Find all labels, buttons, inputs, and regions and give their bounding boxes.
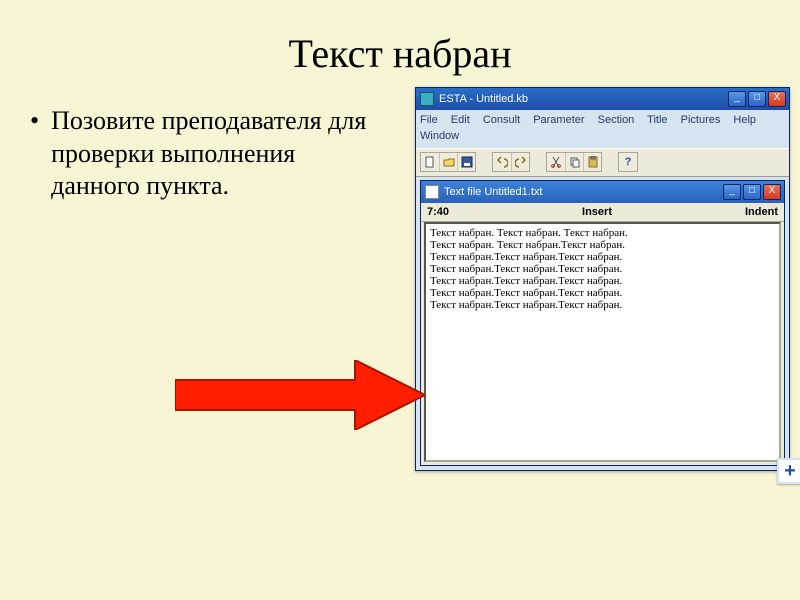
tool-open-icon[interactable]: [439, 153, 457, 171]
outer-window-title: ESTA - Untitled.kb: [439, 93, 728, 105]
tool-undo-icon[interactable]: [493, 153, 511, 171]
text-line: Текст набран.Текст набран.Текст набран.: [430, 287, 775, 299]
menu-window[interactable]: Window: [420, 130, 459, 142]
status-indent: Indent: [745, 206, 778, 218]
text-line: Текст набран.Текст набран.Текст набран.: [430, 299, 775, 311]
inner-minimize-button[interactable]: _: [723, 184, 741, 200]
app-icon: [420, 92, 434, 106]
menu-help[interactable]: Help: [733, 114, 756, 126]
tool-new-icon[interactable]: [421, 153, 439, 171]
bullet-dot-icon: •: [30, 105, 39, 136]
tool-paste-icon[interactable]: [583, 153, 601, 171]
tool-help-icon[interactable]: ?: [619, 153, 637, 171]
bullet-text: Позовите преподавателя для проверки выпо…: [51, 105, 375, 203]
tool-redo-icon[interactable]: [511, 153, 529, 171]
close-button[interactable]: X: [768, 91, 786, 107]
maximize-button[interactable]: □: [748, 91, 766, 107]
toolbar: ?: [416, 148, 789, 177]
editor-text-area[interactable]: Текст набран. Текст набран. Текст набран…: [424, 222, 781, 462]
text-line: Текст набран. Текст набран.Текст набран.: [430, 239, 775, 251]
inner-window-title: Text file Untitled1.txt: [444, 186, 723, 198]
tool-copy-icon[interactable]: [565, 153, 583, 171]
menu-consult[interactable]: Consult: [483, 114, 520, 126]
text-line: Текст набран.Текст набран.Текст набран.: [430, 275, 775, 287]
status-insert-mode: Insert: [582, 206, 612, 218]
text-line: Текст набран.Текст набран.Текст набран.: [430, 263, 775, 275]
inner-titlebar: Text file Untitled1.txt _ □ X: [421, 181, 784, 203]
inner-close-button[interactable]: X: [763, 184, 781, 200]
tool-save-icon[interactable]: [457, 153, 475, 171]
menu-edit[interactable]: Edit: [451, 114, 470, 126]
menu-file[interactable]: File: [420, 114, 438, 126]
menu-title[interactable]: Title: [647, 114, 667, 126]
menubar: File Edit Consult Parameter Section Titl…: [416, 110, 789, 148]
status-position: 7:40: [427, 206, 449, 218]
text-line: Текст набран. Текст набран. Текст набран…: [430, 227, 775, 239]
callout-arrow-icon: [175, 360, 425, 430]
bullet-item: • Позовите преподавателя для проверки вы…: [30, 105, 375, 203]
menu-pictures[interactable]: Pictures: [681, 114, 721, 126]
text-file-window: Text file Untitled1.txt _ □ X 7:40 Inser…: [420, 180, 785, 466]
document-icon: [425, 185, 439, 199]
slide-title: Текст набран: [0, 0, 800, 95]
esta-application-window: ESTA - Untitled.kb _ □ X File Edit Consu…: [415, 87, 790, 471]
resize-plus-icon: +: [777, 458, 800, 484]
menu-parameter[interactable]: Parameter: [533, 114, 584, 126]
inner-maximize-button[interactable]: □: [743, 184, 761, 200]
outer-titlebar: ESTA - Untitled.kb _ □ X: [416, 88, 789, 110]
tool-cut-icon[interactable]: [547, 153, 565, 171]
left-column: • Позовите преподавателя для проверки вы…: [30, 95, 375, 203]
inner-status-bar: 7:40 Insert Indent: [421, 203, 784, 222]
menu-section[interactable]: Section: [598, 114, 635, 126]
minimize-button[interactable]: _: [728, 91, 746, 107]
text-line: Текст набран.Текст набран.Текст набран.: [430, 251, 775, 263]
